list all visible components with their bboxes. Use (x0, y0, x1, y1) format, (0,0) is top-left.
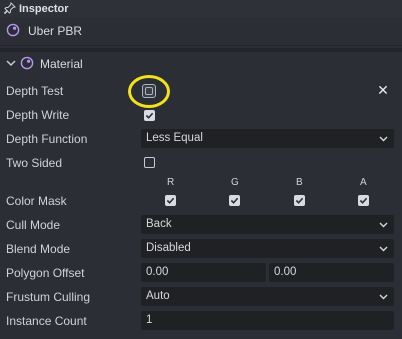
color-mask-a-label: A (360, 177, 367, 188)
material-sphere-icon (6, 23, 20, 40)
asset-name: Uber PBR (28, 24, 83, 38)
cull-mode-row: Cull Mode Back (0, 213, 402, 237)
blend-mode-select[interactable]: Disabled (141, 239, 394, 258)
color-mask-label: Color Mask (6, 194, 67, 208)
material-section-header[interactable]: Material (0, 52, 402, 76)
polygon-offset-label: Polygon Offset (6, 266, 85, 280)
asset-header: Uber PBR (0, 17, 402, 46)
frustum-culling-label: Frustum Culling (6, 290, 91, 304)
color-mask-a-checkbox[interactable] (358, 195, 369, 206)
depth-test-row: Depth Test ✕ (0, 79, 402, 103)
blend-mode-label: Blend Mode (6, 242, 71, 256)
blend-mode-value: Disabled (146, 242, 191, 254)
color-mask-r-label: R (167, 177, 175, 188)
depth-function-label: Depth Function (6, 132, 88, 146)
material-sphere-icon (20, 56, 34, 73)
polygon-offset-units-input[interactable]: 0.00 (269, 263, 394, 282)
chevron-down-icon (378, 287, 388, 306)
color-mask-g-label: G (231, 177, 239, 188)
chevron-down-icon (378, 129, 388, 148)
section-label: Material (40, 57, 83, 71)
two-sided-label: Two Sided (6, 156, 63, 170)
checkmark-icon (359, 197, 368, 204)
pin-icon[interactable] (3, 2, 17, 15)
checkmark-icon (166, 197, 175, 204)
cull-mode-value: Back (146, 218, 172, 230)
polygon-offset-factor-value: 0.00 (146, 266, 169, 278)
instance-count-value: 1 (146, 314, 153, 326)
panel-title: Inspector (19, 2, 69, 15)
instance-count-input[interactable]: 1 (141, 311, 394, 330)
frustum-culling-select[interactable]: Auto (141, 287, 394, 306)
close-icon[interactable]: ✕ (377, 83, 389, 97)
depth-test-label: Depth Test (6, 84, 64, 98)
color-mask-row: Color Mask (0, 189, 402, 213)
chevron-down-icon (378, 239, 388, 258)
color-mask-r-checkbox[interactable] (165, 195, 176, 206)
cull-mode-select[interactable]: Back (141, 215, 394, 234)
two-sided-row: Two Sided (0, 151, 402, 175)
blend-mode-row: Blend Mode Disabled (0, 237, 402, 261)
depth-function-row: Depth Function Less Equal (0, 127, 402, 151)
checkmark-icon (230, 197, 239, 204)
chevron-down-icon[interactable] (6, 59, 16, 70)
polygon-offset-row: Polygon Offset 0.00 0.00 (0, 261, 402, 285)
instance-count-row: Instance Count 1 (0, 309, 402, 333)
polygon-offset-factor-input[interactable]: 0.00 (141, 263, 266, 282)
checkmark-icon (145, 112, 154, 119)
frustum-culling-row: Frustum Culling Auto (0, 285, 402, 309)
depth-write-checkbox[interactable] (144, 110, 155, 121)
color-mask-g-checkbox[interactable] (229, 195, 240, 206)
instance-count-label: Instance Count (6, 314, 87, 328)
color-mask-b-checkbox[interactable] (294, 195, 305, 206)
inspector-titlebar: Inspector (0, 0, 402, 17)
chevron-down-icon (378, 215, 388, 234)
frustum-culling-value: Auto (146, 290, 170, 302)
checkmark-icon (295, 197, 304, 204)
depth-write-row: Depth Write (0, 103, 402, 127)
depth-function-value: Less Equal (146, 132, 203, 144)
color-mask-b-label: B (296, 177, 303, 188)
polygon-offset-units-value: 0.00 (274, 266, 297, 278)
two-sided-checkbox[interactable] (144, 157, 155, 168)
cull-mode-label: Cull Mode (6, 218, 61, 232)
depth-function-select[interactable]: Less Equal (141, 129, 394, 148)
depth-write-label: Depth Write (6, 108, 70, 122)
